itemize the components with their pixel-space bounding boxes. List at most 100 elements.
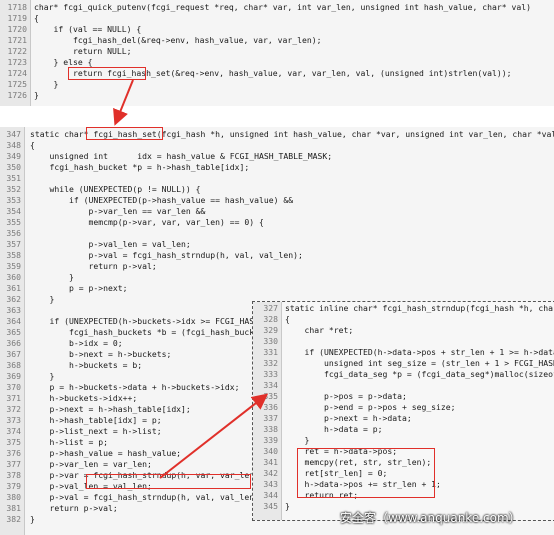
line-number: 360 <box>6 272 21 282</box>
line-number: 382 <box>6 514 21 524</box>
line-number: 332 <box>263 358 278 368</box>
line-number: 373 <box>6 415 21 425</box>
code-line: fcgi_hash_buckets *b = (fcgi_hash_bucket… <box>30 327 269 337</box>
line-number: 1719 <box>7 13 28 23</box>
code-line: { <box>34 13 39 23</box>
code-line: p->pos = p->data; <box>285 391 407 401</box>
code-line: p->list_next = h->list; <box>30 426 162 436</box>
line-number: 348 <box>6 140 21 150</box>
line-number: 356 <box>6 228 21 238</box>
line-number: 329 <box>263 325 278 335</box>
line-number: 345 <box>263 501 278 511</box>
code-line: h->buckets = b; <box>30 360 143 370</box>
code-line: h->list = p; <box>30 437 108 447</box>
code-line: if (UNEXPECTED(h->buckets->idx >= FCGI_H… <box>30 316 269 326</box>
code-line: if (UNEXPECTED(h->data->pos + str_len + … <box>285 347 554 357</box>
line-number: 367 <box>6 349 21 359</box>
code-line: { <box>30 140 35 150</box>
line-number: 342 <box>263 468 278 478</box>
line-number: 347 <box>6 129 21 139</box>
code-line: unsigned int seg_size = (str_len + 1 > F… <box>285 358 554 368</box>
line-number: 340 <box>263 446 278 456</box>
code-line: } <box>34 90 39 100</box>
code-line: } <box>34 79 59 89</box>
code-line: p = p->next; <box>30 283 128 293</box>
line-number: 365 <box>6 327 21 337</box>
line-number: 1725 <box>7 79 28 89</box>
line-number: 1726 <box>7 90 28 100</box>
top-code-panel: 1718 char* fcgi_quick_putenv(fcgi_request… <box>0 0 554 106</box>
line-number: 330 <box>263 336 278 346</box>
line-number: 354 <box>6 206 21 216</box>
code-line: fcgi_data_seg *p = (fcgi_data_seg*)mallo… <box>285 369 554 379</box>
line-number: 343 <box>263 479 278 489</box>
code-line: p->end = p->pos + seg_size; <box>285 402 456 412</box>
line-number: 338 <box>263 424 278 434</box>
line-number: 368 <box>6 360 21 370</box>
code-line: fcgi_hash_bucket *p = h->hash_table[idx]… <box>30 162 250 172</box>
highlight-hash-set-def <box>86 127 163 140</box>
code-line: } <box>30 272 74 282</box>
line-number: 376 <box>6 448 21 458</box>
code-line: memcmp(p->var, var, var_len) == 0) { <box>30 217 264 227</box>
highlight-hash-set-call <box>68 67 146 80</box>
code-line: p->next = h->data; <box>285 413 412 423</box>
line-number: 364 <box>6 316 21 326</box>
line-number: 334 <box>263 380 278 390</box>
line-number: 362 <box>6 294 21 304</box>
code-line: p->val = fcgi_hash_strndup(h, val, val_l… <box>30 250 303 260</box>
line-number: 379 <box>6 481 21 491</box>
line-number: 363 <box>6 305 21 315</box>
code-line: b->next = h->buckets; <box>30 349 172 359</box>
line-number: 350 <box>6 162 21 172</box>
code-line: h->data = p; <box>285 424 383 434</box>
line-number: 374 <box>6 426 21 436</box>
line-number: 331 <box>263 347 278 357</box>
line-number: 344 <box>263 490 278 500</box>
watermark: 安全客（www.anquanke.com） <box>340 511 521 525</box>
line-number: 377 <box>6 459 21 469</box>
code-line: char *ret; <box>285 325 354 335</box>
line-number: 369 <box>6 371 21 381</box>
code-line: } <box>30 514 35 524</box>
line-number: 1718 <box>7 2 28 12</box>
highlight-strndup-call <box>86 474 251 489</box>
line-number: 341 <box>263 457 278 467</box>
code-line: } <box>30 294 55 304</box>
code-line: char* fcgi_quick_putenv(fcgi_request *re… <box>34 2 532 12</box>
code-line: } <box>285 501 290 511</box>
code-line: if (UNEXPECTED(p->hash_value == hash_val… <box>30 195 294 205</box>
line-number: 375 <box>6 437 21 447</box>
line-number: 339 <box>263 435 278 445</box>
code-line: } <box>285 435 310 445</box>
code-line: p->val = fcgi_hash_strndup(h, val, val_l… <box>30 492 264 502</box>
line-number: 349 <box>6 151 21 161</box>
line-number: 351 <box>6 173 21 183</box>
line-number: 372 <box>6 404 21 414</box>
code-line: static inline char* fcgi_hash_strndup(fc… <box>285 303 554 313</box>
code-line: p->var_len == var_len && <box>30 206 206 216</box>
highlight-memcpy-block <box>297 448 435 498</box>
line-number: 335 <box>263 391 278 401</box>
line-number: 1724 <box>7 68 28 78</box>
code-line: b->idx = 0; <box>30 338 123 348</box>
line-number: 381 <box>6 503 21 513</box>
line-number: 328 <box>263 314 278 324</box>
code-line: { <box>285 314 290 324</box>
line-number: 380 <box>6 492 21 502</box>
line-number: 353 <box>6 195 21 205</box>
code-line: h->hash_table[idx] = p; <box>30 415 162 425</box>
line-number: 1722 <box>7 46 28 56</box>
code-line: } <box>30 371 55 381</box>
line-number: 378 <box>6 470 21 480</box>
line-number: 359 <box>6 261 21 271</box>
line-number: 1720 <box>7 24 28 34</box>
line-number: 336 <box>263 402 278 412</box>
code-line: return p->val; <box>30 503 118 513</box>
line-number: 327 <box>263 303 278 313</box>
code-line: p->val_len = val_len; <box>30 239 191 249</box>
code-line: p = h->buckets->data + h->buckets->idx; <box>30 382 240 392</box>
code-line: if (val == NULL) { <box>34 24 142 34</box>
line-number: 333 <box>263 369 278 379</box>
line-number: 358 <box>6 250 21 260</box>
